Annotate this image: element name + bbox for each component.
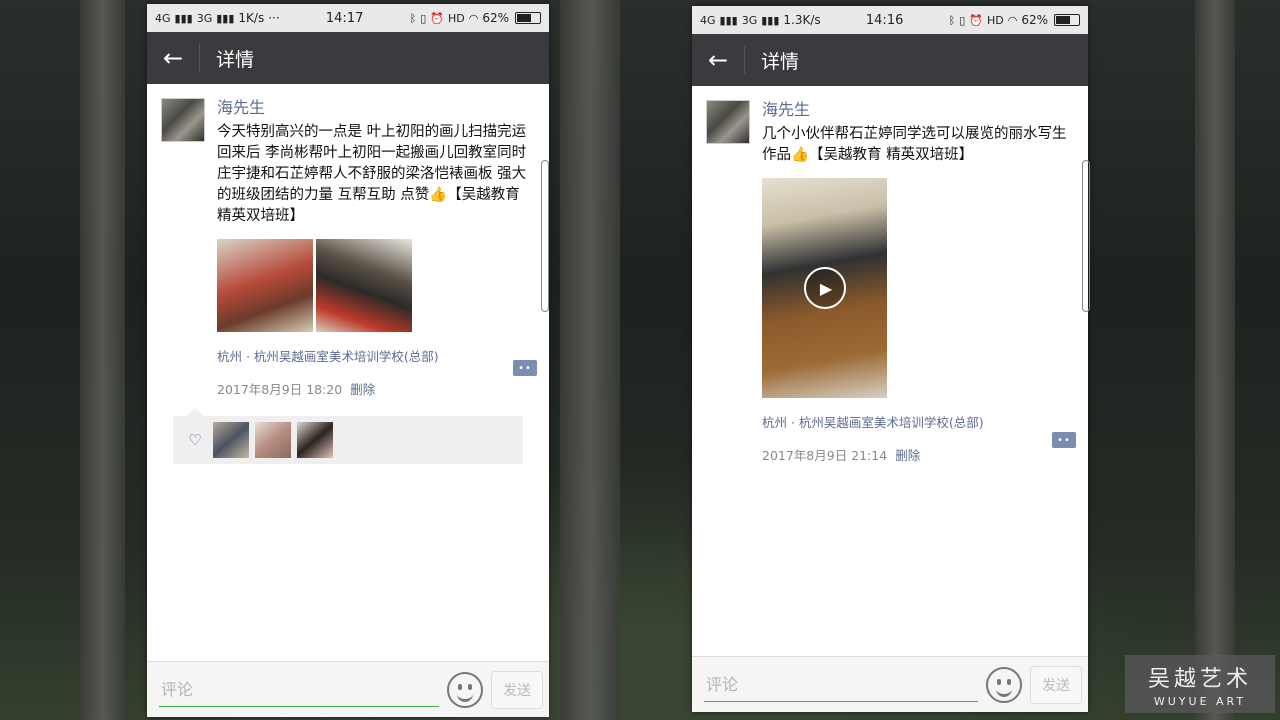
nav-divider bbox=[744, 46, 745, 74]
nav-bar: ← 详情 bbox=[692, 34, 1088, 86]
watermark-subtitle: WUYUE ART bbox=[1153, 695, 1247, 708]
post-text: 今天特别高兴的一点是 叶上初阳的画儿扫描完运回来后 李尚彬帮叶上初阳一起搬画儿回… bbox=[217, 124, 527, 224]
vibrate-icon: ▯ bbox=[420, 11, 427, 25]
bluetooth-icon: ᛒ bbox=[948, 13, 956, 27]
screen-edge bbox=[541, 160, 549, 312]
post-time: 2017年8月9日 18:20 bbox=[217, 382, 343, 397]
phone-screen-left: 4G ▮▮▮ 3G ▮▮▮ 1K/s ··· 14:17 ᛒ ▯ ⏰ HD ◠ … bbox=[147, 4, 549, 717]
avatar[interactable] bbox=[161, 98, 205, 142]
battery-percent: 62% bbox=[1021, 13, 1048, 27]
send-button[interactable]: 发送 bbox=[491, 670, 543, 709]
data-speed: 1K/s bbox=[238, 11, 265, 25]
emoji-icon[interactable] bbox=[447, 671, 483, 708]
tree-trunk bbox=[560, 0, 620, 720]
video-thumbnail[interactable]: ▶ bbox=[762, 178, 887, 398]
watermark-title: 吴越艺术 bbox=[1147, 667, 1252, 692]
comment-input[interactable] bbox=[159, 672, 439, 707]
page-title: 详情 bbox=[761, 50, 800, 73]
hd-label: HD bbox=[447, 11, 465, 25]
post-time: 2017年8月9日 21:14 bbox=[762, 448, 888, 463]
watermark-logo: 吴越艺术 WUYUE ART bbox=[1125, 655, 1275, 713]
avatar[interactable] bbox=[706, 100, 750, 144]
comment-icon[interactable]: •• bbox=[513, 360, 537, 376]
alarm-icon: ⏰ bbox=[430, 11, 444, 25]
photo-thumbnail[interactable] bbox=[316, 239, 412, 332]
back-arrow-icon[interactable]: ← bbox=[147, 32, 199, 84]
hd-label: HD bbox=[986, 13, 1004, 27]
photo-grid bbox=[217, 239, 535, 332]
comment-icon[interactable]: •• bbox=[1052, 432, 1076, 448]
clock: 14:16 bbox=[865, 12, 904, 28]
photo-thumbnail[interactable] bbox=[217, 239, 313, 332]
likes-panel: ♡ bbox=[173, 408, 523, 464]
send-button[interactable]: 发送 bbox=[1030, 665, 1082, 704]
clock: 14:17 bbox=[325, 10, 364, 26]
post-text: 几个小伙伴帮石芷婷同学选可以展览的丽水写生作品👍【吴越教育 精英双培班】 bbox=[762, 126, 1067, 163]
emoji-icon[interactable] bbox=[986, 666, 1022, 703]
tree-trunk bbox=[1195, 0, 1235, 720]
delete-link[interactable]: 删除 bbox=[895, 445, 920, 464]
nav-divider bbox=[199, 44, 200, 72]
comment-input[interactable] bbox=[704, 667, 978, 702]
network-label: 4G bbox=[155, 11, 171, 25]
battery-percent: 62% bbox=[482, 11, 509, 25]
play-icon[interactable]: ▶ bbox=[803, 267, 846, 309]
comment-bar: 发送 bbox=[147, 661, 549, 717]
wifi-icon: ◠ bbox=[1007, 13, 1018, 27]
wifi-icon: ◠ bbox=[468, 11, 479, 25]
nav-bar: ← 详情 bbox=[147, 32, 549, 84]
data-speed: 1.3K/s bbox=[783, 13, 821, 27]
network-label: 4G bbox=[700, 13, 716, 27]
location-link[interactable]: 杭州 · 杭州吴越画室美术培训学校(总部) bbox=[217, 346, 535, 365]
liker-avatar[interactable] bbox=[255, 422, 291, 458]
post-meta: 2017年8月9日 21:14 删除 bbox=[762, 445, 1074, 464]
moment-post: 海先生 几个小伙伴帮石芷婷同学选可以展览的丽水写生作品👍【吴越教育 精英双培班】… bbox=[692, 86, 1088, 464]
author-name[interactable]: 海先生 bbox=[217, 98, 535, 118]
moment-post: 海先生 今天特别高兴的一点是 叶上初阳的画儿扫描完运回来后 李尚彬帮叶上初阳一起… bbox=[147, 84, 549, 464]
phone-screen-right: 4G ▮▮▮ 3G ▮▮▮ 1.3K/s 14:16 ᛒ ▯ ⏰ HD ◠ 62… bbox=[692, 6, 1088, 712]
network-label-2: 3G bbox=[741, 13, 758, 27]
status-bar: 4G ▮▮▮ 3G ▮▮▮ 1.3K/s 14:16 ᛒ ▯ ⏰ HD ◠ 62… bbox=[692, 6, 1088, 34]
page-title: 详情 bbox=[216, 48, 255, 71]
post-meta: 2017年8月9日 18:20 删除 bbox=[217, 379, 535, 398]
alarm-icon: ⏰ bbox=[969, 13, 983, 27]
more-dots: ··· bbox=[268, 11, 280, 25]
author-name[interactable]: 海先生 bbox=[762, 100, 1074, 120]
signal-icon: ▮▮▮ bbox=[174, 11, 193, 25]
screen-edge bbox=[1082, 160, 1090, 312]
battery-icon bbox=[514, 12, 541, 24]
back-arrow-icon[interactable]: ← bbox=[692, 34, 744, 86]
liker-avatar[interactable] bbox=[297, 422, 333, 458]
network-label-2: 3G bbox=[196, 11, 213, 25]
bluetooth-icon: ᛒ bbox=[409, 11, 417, 25]
heart-icon: ♡ bbox=[188, 431, 202, 449]
location-link[interactable]: 杭州 · 杭州吴越画室美术培训学校(总部) bbox=[762, 412, 1074, 431]
signal-icon: ▮▮▮ bbox=[216, 11, 235, 25]
battery-icon bbox=[1054, 14, 1080, 26]
delete-link[interactable]: 删除 bbox=[350, 379, 375, 398]
comment-bar: 发送 bbox=[692, 656, 1088, 712]
signal-icon: ▮▮▮ bbox=[761, 13, 780, 27]
liker-avatar[interactable] bbox=[213, 422, 249, 458]
status-bar: 4G ▮▮▮ 3G ▮▮▮ 1K/s ··· 14:17 ᛒ ▯ ⏰ HD ◠ … bbox=[147, 4, 549, 32]
signal-icon: ▮▮▮ bbox=[719, 13, 738, 27]
tree-trunk bbox=[80, 0, 125, 720]
vibrate-icon: ▯ bbox=[959, 13, 966, 27]
